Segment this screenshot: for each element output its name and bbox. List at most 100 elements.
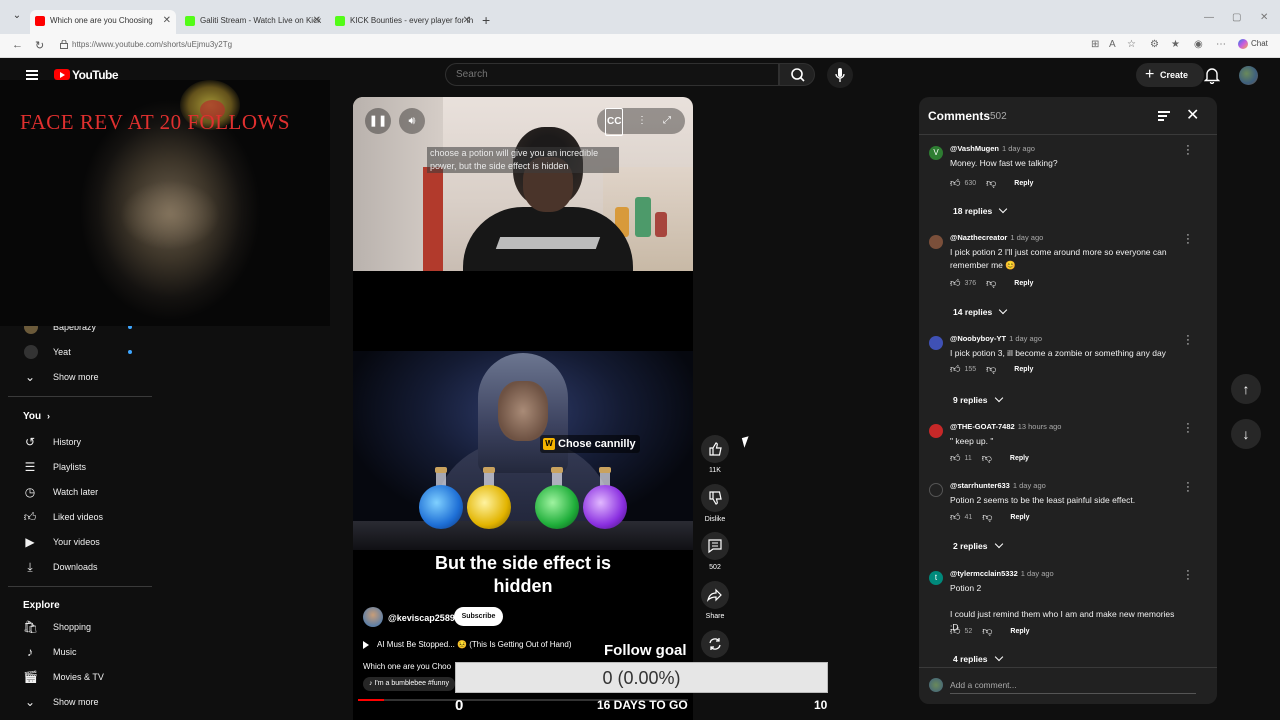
- favorites-icon[interactable]: ★: [1171, 39, 1180, 50]
- fullscreen-icon[interactable]: ⤢: [663, 108, 671, 134]
- collections-icon[interactable]: ◉: [1194, 39, 1203, 50]
- related-video-link[interactable]: AI Must Be Stopped... 😣 (This Is Getting…: [363, 640, 572, 649]
- voice-search-button[interactable]: [827, 62, 853, 88]
- browser-tab-kick-bounties[interactable]: KICK Bounties - every player for th ✕: [330, 10, 476, 34]
- sidebar-item-history[interactable]: ↺ History: [8, 430, 154, 454]
- reply-button[interactable]: Reply: [1010, 628, 1029, 635]
- remix-action[interactable]: [701, 630, 729, 658]
- extensions-icon[interactable]: ⚙: [1150, 39, 1159, 50]
- comment-menu-icon[interactable]: · · ·: [1185, 331, 1191, 350]
- search-button[interactable]: [779, 63, 815, 86]
- short-description[interactable]: Which one are you Choo: [363, 662, 451, 671]
- new-tab-icon[interactable]: +: [482, 12, 490, 28]
- show-more-subscriptions[interactable]: ⌄ Show more: [8, 365, 154, 389]
- notifications-bell-icon[interactable]: [1204, 66, 1220, 84]
- thumbs-down-icon[interactable]: 👎︎: [986, 363, 996, 375]
- short-video-frame-top[interactable]: choose a potion will give you an incredi…: [353, 97, 693, 271]
- sidebar-item-liked-videos[interactable]: 👍︎ Liked videos: [8, 505, 154, 529]
- dislike-action[interactable]: Dislike: [701, 484, 729, 523]
- close-tab-icon[interactable]: ✕: [163, 10, 171, 32]
- comment-author[interactable]: @VashMugen 1 day ago: [950, 144, 1035, 153]
- thumbs-down-icon[interactable]: 👎︎: [982, 511, 992, 523]
- reply-button[interactable]: Reply: [1010, 455, 1029, 462]
- channel-name[interactable]: @keviscap2589: [388, 613, 455, 623]
- view-replies-button[interactable]: 9 replies: [953, 395, 1002, 405]
- sidebar-item-movies-tv[interactable]: 🎬︎ Movies & TV: [8, 665, 154, 689]
- commenter-avatar[interactable]: [929, 483, 943, 497]
- thumbs-up-icon[interactable]: 👍︎: [950, 277, 960, 289]
- sound-link[interactable]: ♪ I'm a bumblebee #funny: [363, 677, 455, 691]
- dislike-button[interactable]: [701, 484, 729, 512]
- url-field[interactable]: https://www.youtube.com/shorts/uEjmu3y2T…: [72, 40, 232, 49]
- more-options-icon[interactable]: ⋮: [637, 108, 647, 134]
- favorite-icon[interactable]: ☆: [1127, 39, 1136, 50]
- thumbs-up-icon[interactable]: 👍︎: [950, 363, 960, 375]
- volume-button[interactable]: 🔊︎: [399, 108, 425, 134]
- share-action[interactable]: Share: [701, 581, 729, 620]
- show-more-explore[interactable]: ⌄ Show more: [8, 690, 154, 714]
- commenter-avatar[interactable]: V: [929, 146, 943, 160]
- reply-button[interactable]: Reply: [1014, 366, 1033, 373]
- create-button[interactable]: Create: [1136, 63, 1204, 87]
- subscribe-button[interactable]: Subscribe: [454, 607, 503, 626]
- back-icon[interactable]: ←: [12, 39, 23, 51]
- share-button[interactable]: [701, 581, 729, 609]
- like-button[interactable]: [701, 435, 729, 463]
- reply-button[interactable]: Reply: [1010, 514, 1029, 521]
- search-box[interactable]: [445, 63, 779, 86]
- thumbs-down-icon[interactable]: 👎︎: [982, 625, 992, 637]
- more-icon[interactable]: ⋯: [1216, 39, 1226, 50]
- thumbs-down-icon[interactable]: 👎︎: [986, 177, 996, 189]
- comment-menu-icon[interactable]: · · ·: [1185, 566, 1191, 585]
- comments-button[interactable]: [701, 532, 729, 560]
- view-replies-button[interactable]: 2 replies: [953, 541, 1002, 551]
- add-comment-input[interactable]: Add a comment...: [950, 680, 1017, 690]
- channel-avatar[interactable]: [363, 607, 383, 627]
- comment-menu-icon[interactable]: · · ·: [1185, 419, 1191, 438]
- previous-short-button[interactable]: ↑: [1231, 374, 1261, 404]
- sidebar-item-downloads[interactable]: ⤓ Downloads: [8, 555, 154, 579]
- view-replies-button[interactable]: 18 replies: [953, 206, 1006, 216]
- sidebar-item-watch-later[interactable]: ◷ Watch later: [8, 480, 154, 504]
- commenter-avatar[interactable]: t: [929, 571, 943, 585]
- you-heading[interactable]: You ›: [23, 411, 50, 422]
- sidebar-item-playlists[interactable]: ☰ Playlists: [8, 455, 154, 479]
- youtube-logo-icon[interactable]: [54, 69, 70, 80]
- browser-tab-kick-stream[interactable]: Galiti Stream - Watch Live on Kick ✕: [180, 10, 326, 34]
- comment-author[interactable]: @Nazthecreator 1 day ago: [950, 233, 1043, 242]
- comment-author[interactable]: @Noobyboy-YT 1 day ago: [950, 334, 1042, 343]
- comment-menu-icon[interactable]: · · ·: [1185, 478, 1191, 497]
- comment-author[interactable]: @starrhunter633 1 day ago: [950, 481, 1046, 490]
- minimize-icon[interactable]: —: [1204, 12, 1214, 23]
- view-replies-button[interactable]: 4 replies: [953, 654, 1002, 664]
- next-short-button[interactable]: ↓: [1231, 419, 1261, 449]
- refresh-icon[interactable]: ↻: [35, 39, 44, 52]
- sort-icon[interactable]: [1158, 111, 1170, 121]
- menu-icon[interactable]: [26, 70, 38, 80]
- commenter-avatar[interactable]: [929, 424, 943, 438]
- copilot-chat-button[interactable]: Chat: [1238, 39, 1268, 49]
- tab-actions-icon[interactable]: ⌄: [8, 10, 26, 26]
- commenter-avatar[interactable]: [929, 235, 943, 249]
- close-tab-icon[interactable]: ✕: [313, 10, 321, 32]
- short-video-frame-bottom[interactable]: Chose cannilly: [353, 351, 693, 550]
- thumbs-up-icon[interactable]: 👍︎: [950, 625, 960, 637]
- remix-button[interactable]: [701, 630, 729, 658]
- app-icon[interactable]: ⊞: [1091, 39, 1099, 50]
- thumbs-up-icon[interactable]: 👍︎: [950, 177, 960, 189]
- reply-button[interactable]: Reply: [1014, 280, 1033, 287]
- pause-button[interactable]: ❚❚: [365, 108, 391, 134]
- maximize-icon[interactable]: ▢: [1232, 12, 1241, 23]
- thumbs-up-icon[interactable]: 👍︎: [950, 452, 960, 464]
- view-replies-button[interactable]: 14 replies: [953, 307, 1006, 317]
- thumbs-down-icon[interactable]: 👎︎: [986, 277, 996, 289]
- comment-author[interactable]: @tylermcclain5332 1 day ago: [950, 569, 1054, 578]
- comment-author[interactable]: @THE-GOAT-7482 13 hours ago: [950, 422, 1061, 431]
- account-avatar[interactable]: [1239, 66, 1258, 85]
- like-action[interactable]: 11K: [701, 435, 729, 474]
- browser-tab-youtube[interactable]: Which one are you Choosing ✕: [30, 10, 176, 34]
- commenter-avatar[interactable]: [929, 336, 943, 350]
- sidebar-item-your-videos[interactable]: ▶ Your videos: [8, 530, 154, 554]
- lock-icon[interactable]: [60, 40, 68, 49]
- thumbs-down-icon[interactable]: 👎︎: [982, 452, 992, 464]
